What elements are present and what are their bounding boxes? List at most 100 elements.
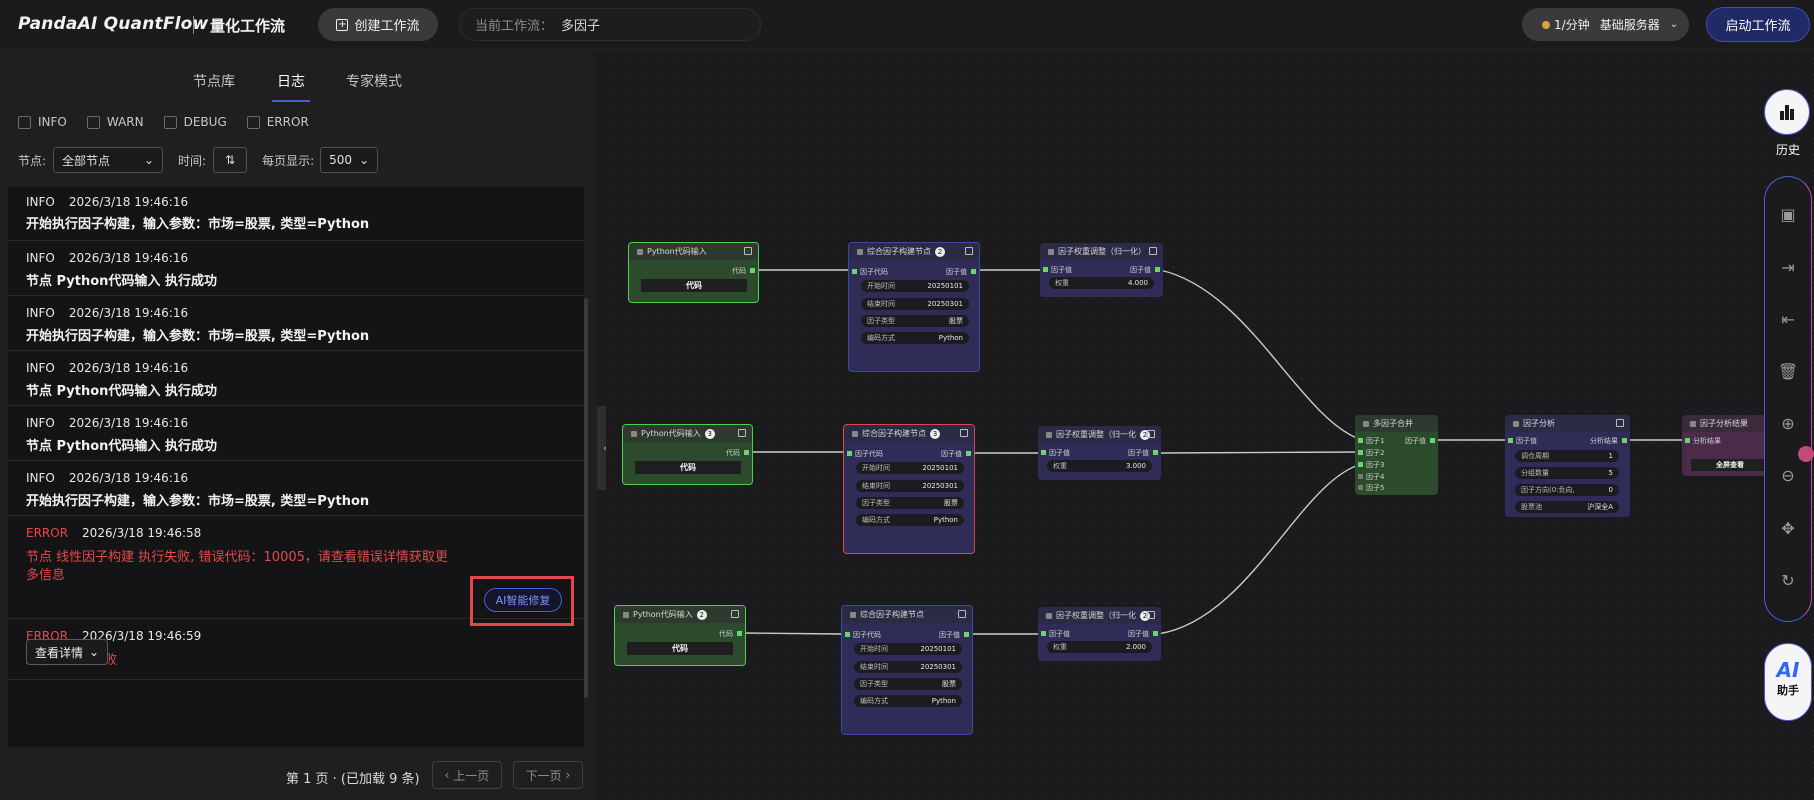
node-composite-factor-2[interactable]: 综合因子构建节点 3 因子代码 因子值 开始时间 20250101 结束时间 2025… <box>843 424 975 554</box>
node-python-input-1[interactable]: Python代码输入 代码 代码 <box>628 242 759 303</box>
encoding-field[interactable]: 编码方式 Python <box>861 332 969 344</box>
weight-field[interactable]: 权重 2.000 <box>1047 641 1152 653</box>
field-key: 开始时间 <box>860 645 888 653</box>
input-socket[interactable] <box>1043 267 1048 272</box>
input-label: 因子代码 <box>855 450 883 458</box>
input-socket[interactable] <box>1685 438 1690 443</box>
edit-icon[interactable] <box>965 247 973 255</box>
edit-icon[interactable] <box>1147 611 1155 619</box>
factor-direction-field[interactable]: 因子方向(0:负向, 0 <box>1515 484 1619 496</box>
edit-icon[interactable] <box>1147 430 1155 438</box>
group-count-field[interactable]: 分组数量 5 <box>1515 467 1619 479</box>
output-label: 代码 <box>719 630 733 638</box>
output-socket[interactable] <box>744 450 749 455</box>
output-socket[interactable] <box>964 632 969 637</box>
canvas-toolbar <box>1764 176 1812 622</box>
edit-icon[interactable] <box>960 429 968 437</box>
edit-icon[interactable] <box>744 247 752 255</box>
floating-widget-icon[interactable] <box>1798 446 1814 462</box>
field-value: 股票 <box>949 317 963 325</box>
output-socket[interactable] <box>971 269 976 274</box>
edit-icon[interactable] <box>1149 247 1157 255</box>
edit-icon[interactable] <box>738 429 746 437</box>
drag-handle-icon <box>631 430 637 437</box>
export-icon[interactable]: ⇥ <box>1778 257 1798 277</box>
node-weight-adjust-2[interactable]: 因子权重调整（归一化 2 因子值 因子值 权重 3.000 <box>1038 426 1161 480</box>
node-weight-adjust-1[interactable]: 因子权重调整（归一化） 因子值 因子值 权重 4.000 <box>1040 243 1163 297</box>
start-time-field[interactable]: 开始时间 20250101 <box>854 643 962 655</box>
refresh-icon[interactable]: ↻ <box>1778 570 1798 590</box>
node-weight-adjust-3[interactable]: 因子权重调整（归一化 2 因子值 因子值 权重 2.000 <box>1038 607 1161 661</box>
input-socket[interactable] <box>1508 438 1513 443</box>
factor-type-field[interactable]: 因子类型 股票 <box>854 678 962 690</box>
input-label: 因子值 <box>1049 449 1070 457</box>
code-field[interactable]: 代码 <box>635 461 741 474</box>
field-key: 因子类型 <box>862 499 890 507</box>
start-time-field[interactable]: 开始时间 20250101 <box>861 280 969 292</box>
input-label: 因子1 <box>1366 437 1385 445</box>
save-icon[interactable]: ▣ <box>1778 204 1798 224</box>
field-value: 3.000 <box>1125 462 1146 470</box>
output-socket[interactable] <box>1153 631 1158 636</box>
code-field[interactable]: 代码 <box>627 642 733 655</box>
node-analysis-result[interactable]: 因子分析结果 分析结果 全屏查看 <box>1682 415 1766 476</box>
edit-icon[interactable] <box>1616 419 1624 427</box>
field-key: 结束时间 <box>862 482 890 490</box>
assistant-label: 助手 <box>1777 684 1799 697</box>
output-socket[interactable] <box>1622 438 1627 443</box>
input-label: 因子2 <box>1366 449 1385 457</box>
end-time-field[interactable]: 结束时间 20250301 <box>861 298 969 310</box>
zoom-in-icon[interactable]: ⊕ <box>1778 413 1798 433</box>
drag-handle-icon <box>852 430 858 437</box>
node-python-input-3[interactable]: Python代码输入 2 代码 代码 <box>614 605 746 666</box>
field-key: 权重 <box>1053 643 1067 651</box>
input-label: 因子代码 <box>860 268 888 276</box>
input-socket[interactable] <box>1358 462 1363 467</box>
field-value: 20250101 <box>927 282 963 290</box>
node-title: 多因子合并 <box>1373 419 1413 428</box>
import-icon[interactable]: ⇤ <box>1778 309 1798 329</box>
rebalance-period-field[interactable]: 调仓周期 1 <box>1515 450 1619 462</box>
output-socket[interactable] <box>1430 438 1435 443</box>
output-socket[interactable] <box>1155 267 1160 272</box>
edit-icon[interactable] <box>731 610 739 618</box>
weight-field[interactable]: 权重 3.000 <box>1047 460 1152 472</box>
node-composite-factor-1[interactable]: 综合因子构建节点 2 因子代码 因子值 开始时间 20250101 结束时间 2025… <box>848 242 980 372</box>
fullscreen-view-button[interactable]: 全屏查看 <box>1691 459 1766 471</box>
zoom-out-icon[interactable]: ⊖ <box>1778 465 1798 485</box>
output-socket[interactable] <box>737 631 742 636</box>
end-time-field[interactable]: 结束时间 20250301 <box>854 661 962 673</box>
input-socket[interactable] <box>1041 631 1046 636</box>
input-socket[interactable] <box>1358 438 1363 443</box>
code-field[interactable]: 代码 <box>641 279 747 292</box>
node-title: Python代码输入 <box>641 429 701 438</box>
node-multi-factor-merge[interactable]: 多因子合并 因子值 因子1 因子2 因子3 因子4 因子5 <box>1355 415 1438 495</box>
node-python-input-2[interactable]: Python代码输入 3 代码 代码 <box>622 424 753 485</box>
end-time-field[interactable]: 结束时间 20250301 <box>856 480 964 492</box>
start-time-field[interactable]: 开始时间 20250101 <box>856 462 964 474</box>
factor-type-field[interactable]: 因子类型 股票 <box>856 497 964 509</box>
output-socket[interactable] <box>966 451 971 456</box>
stock-pool-field[interactable]: 股票池 沪深全A <box>1515 501 1619 513</box>
input-socket[interactable] <box>845 632 850 637</box>
input-socket[interactable] <box>1041 450 1046 455</box>
input-socket[interactable] <box>1358 485 1363 490</box>
node-composite-factor-3[interactable]: 综合因子构建节点 因子代码 因子值 开始时间 20250101 结束时间 20250… <box>841 605 973 735</box>
output-socket[interactable] <box>1153 450 1158 455</box>
delete-icon[interactable]: 🗑 <box>1778 361 1798 381</box>
node-factor-analysis[interactable]: 因子分析 因子值 分析结果 调仓周期 1 分组数量 5 因子方向(0:负向, 0 股票… <box>1505 415 1630 517</box>
edit-icon[interactable] <box>958 610 966 618</box>
weight-field[interactable]: 权重 4.000 <box>1049 277 1154 289</box>
edge-w3-merge <box>1157 463 1363 635</box>
fit-view-icon[interactable]: ✥ <box>1778 518 1798 538</box>
history-button[interactable] <box>1764 89 1810 135</box>
input-socket[interactable] <box>852 269 857 274</box>
factor-type-field[interactable]: 因子类型 股票 <box>861 315 969 327</box>
ai-assistant-button[interactable]: AI 助手 <box>1764 643 1812 721</box>
encoding-field[interactable]: 编码方式 Python <box>856 514 964 526</box>
output-socket[interactable] <box>750 268 755 273</box>
input-socket[interactable] <box>1358 450 1363 455</box>
encoding-field[interactable]: 编码方式 Python <box>854 695 962 707</box>
input-socket[interactable] <box>847 451 852 456</box>
input-socket[interactable] <box>1358 474 1363 479</box>
